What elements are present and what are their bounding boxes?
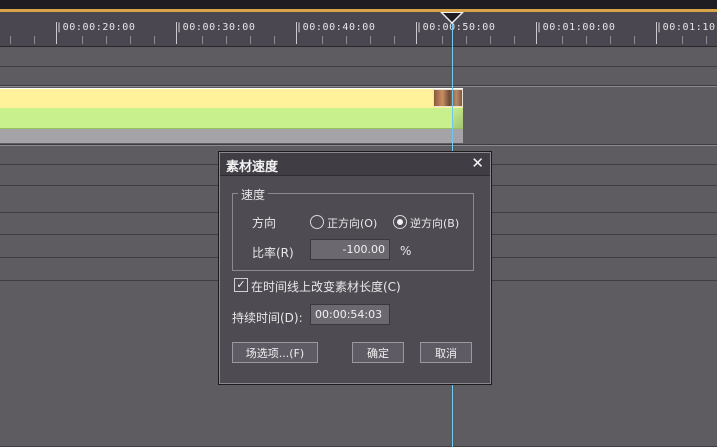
- ruler-minor-tick: [586, 36, 587, 44]
- ruler-minor-tick: [250, 36, 251, 44]
- ruler-minor-tick: [346, 36, 347, 44]
- change-length-label[interactable]: 在时间线上改变素材长度(C): [251, 278, 401, 295]
- change-length-checkbox[interactable]: ✓: [234, 278, 248, 292]
- ruler-minor-tick: [610, 36, 611, 44]
- audio-clip[interactable]: [0, 108, 463, 129]
- direction-label: 方向: [252, 216, 277, 230]
- clip-speed-dialog: 素材速度 ✕ 速度 方向 正方向(O) 逆方向(B) 比率(R) % ✓ 在时间…: [219, 152, 491, 384]
- track-row[interactable]: [0, 67, 717, 86]
- ruler-label: |00:01:00:00: [536, 22, 616, 33]
- clip-subtrack[interactable]: [0, 129, 463, 143]
- ruler-minor-tick: [394, 36, 395, 44]
- forward-radio[interactable]: [310, 215, 324, 229]
- reverse-radio[interactable]: [393, 215, 407, 229]
- ruler-minor-tick: [34, 36, 35, 44]
- cancel-button[interactable]: 取消: [420, 342, 472, 363]
- duration-input[interactable]: [310, 304, 390, 325]
- ruler-minor-tick: [442, 36, 443, 44]
- radio-selected-dot: [397, 219, 403, 225]
- track-row[interactable]: [0, 47, 717, 67]
- ruler-minor-tick: [682, 36, 683, 44]
- ratio-unit: %: [400, 244, 412, 258]
- duration-label: 持续时间(D):: [232, 311, 303, 325]
- ruler-minor-tick: [130, 36, 131, 44]
- ratio-label: 比率(R): [252, 246, 294, 260]
- ruler-minor-tick: [562, 36, 563, 44]
- ratio-input[interactable]: [310, 239, 390, 260]
- ruler-minor-tick: [82, 36, 83, 44]
- dialog-title: 素材速度: [226, 160, 279, 175]
- ruler-minor-tick: [106, 36, 107, 44]
- ruler-minor-tick: [226, 36, 227, 44]
- ruler-minor-tick: [490, 36, 491, 44]
- ruler-label: |00:01:10:0: [656, 22, 717, 33]
- field-options-button[interactable]: 场选项...(F): [232, 342, 318, 363]
- ruler-label: |00:00:30:00: [176, 22, 256, 33]
- ruler-minor-tick: [634, 36, 635, 44]
- forward-radio-label[interactable]: 正方向(O): [327, 215, 377, 231]
- close-icon[interactable]: ✕: [471, 154, 484, 172]
- ok-button[interactable]: 确定: [352, 342, 404, 363]
- ruler-minor-tick: [514, 36, 515, 44]
- ruler-minor-tick: [202, 36, 203, 44]
- dialog-titlebar[interactable]: 素材速度 ✕: [220, 153, 490, 176]
- ruler-label: |00:00:40:00: [296, 22, 376, 33]
- ruler-minor-tick: [466, 36, 467, 44]
- ruler-label: |00:00:20:00: [56, 22, 136, 33]
- video-clip[interactable]: [0, 88, 463, 109]
- clip-fade-handle[interactable]: [452, 108, 463, 128]
- ruler-minor-tick: [706, 36, 707, 44]
- ruler-range-bar: [0, 9, 717, 12]
- timeline-ruler[interactable]: |00:00:20:00 |00:00:30:00 |00:00:40:00 |…: [0, 0, 717, 47]
- speed-group-title: 速度: [238, 186, 269, 203]
- ruler-minor-tick: [322, 36, 323, 44]
- ruler-minor-tick: [370, 36, 371, 44]
- clip-thumbnail: [433, 89, 463, 107]
- ruler-minor-tick: [10, 36, 11, 44]
- ruler-minor-tick: [274, 36, 275, 44]
- reverse-radio-label[interactable]: 逆方向(B): [410, 215, 459, 231]
- ruler-minor-tick: [154, 36, 155, 44]
- playhead-marker-inner: [443, 13, 461, 22]
